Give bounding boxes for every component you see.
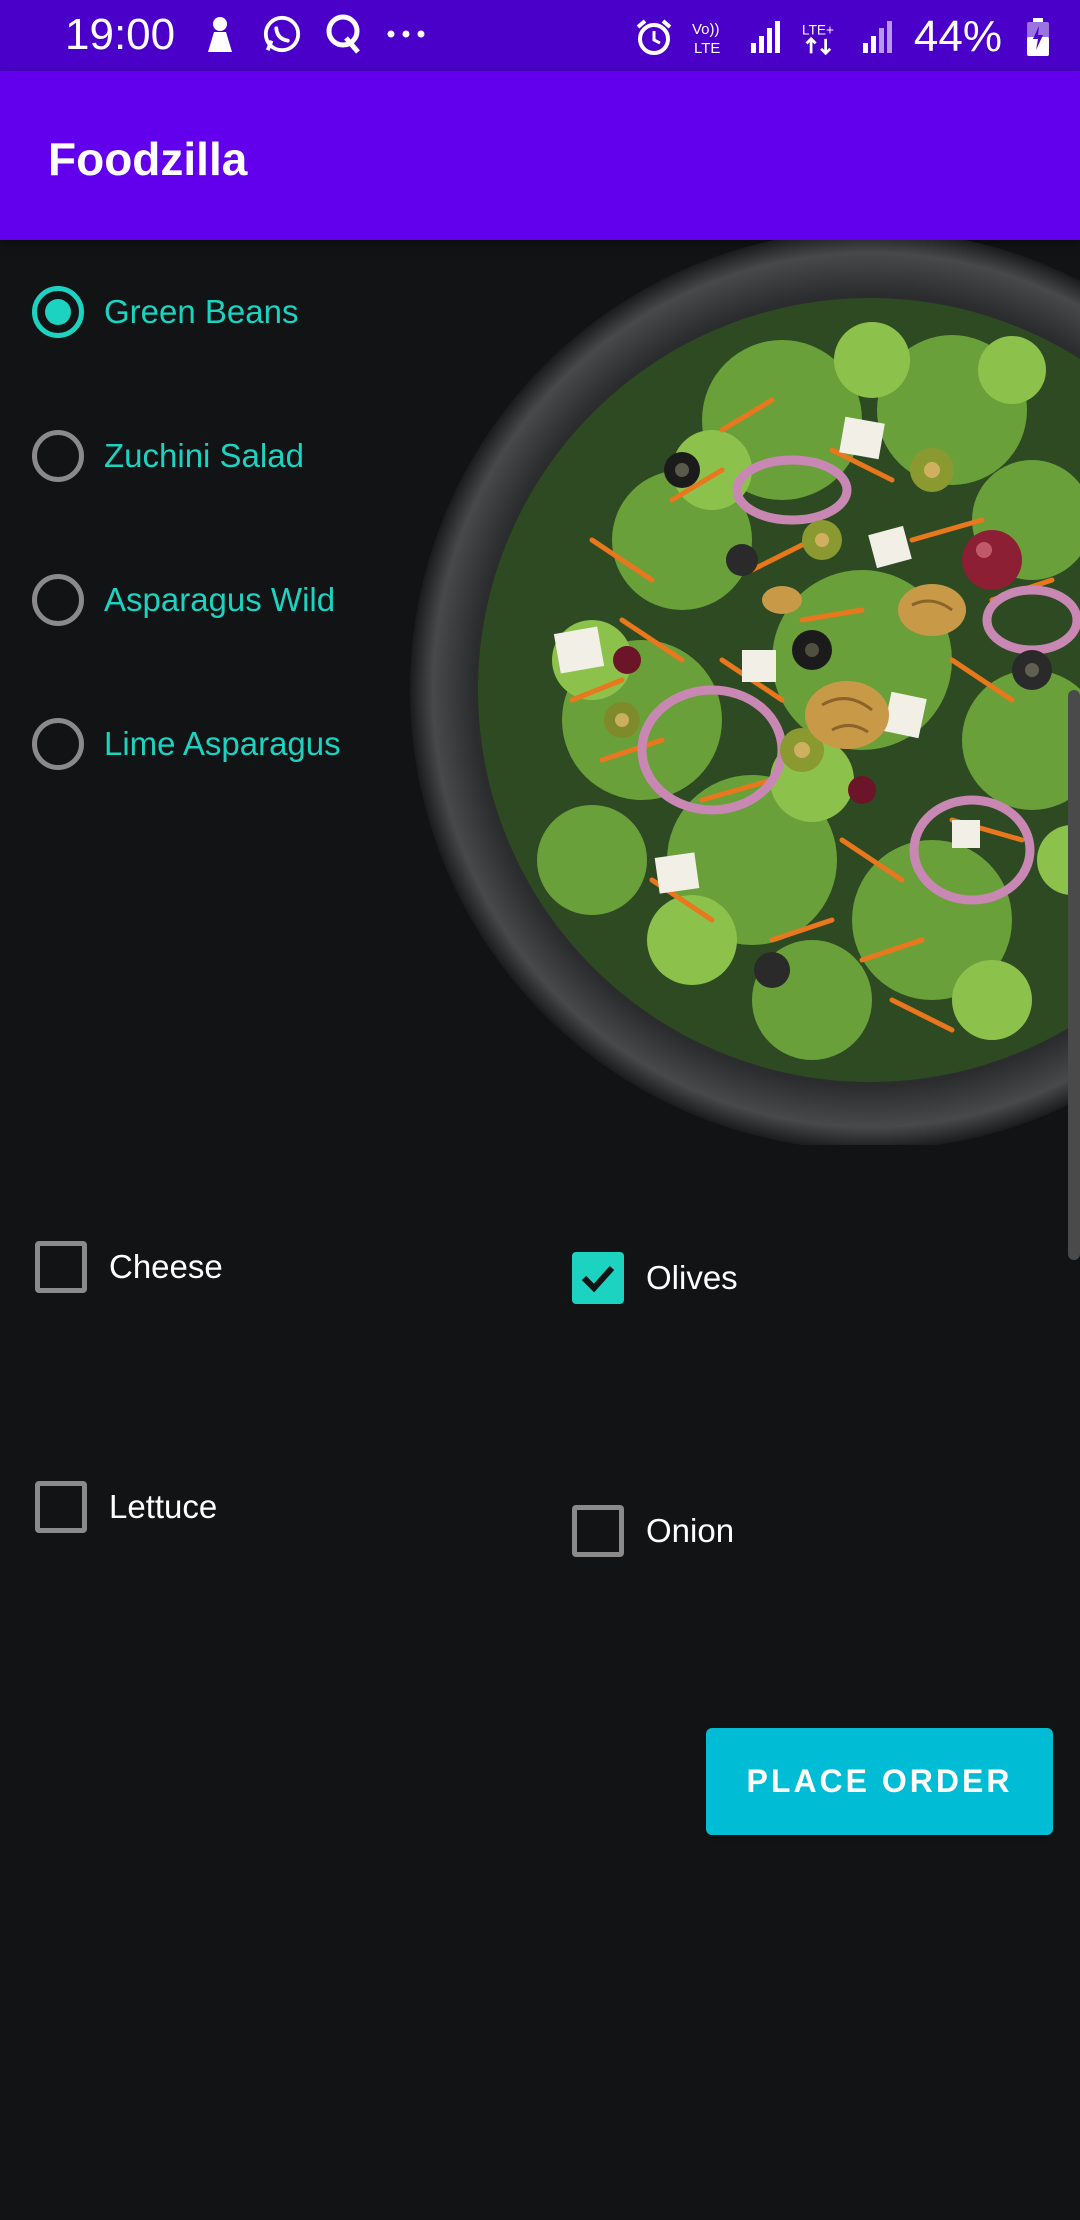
radio-label: Green Beans xyxy=(104,293,299,330)
checkbox-lettuce[interactable]: Lettuce xyxy=(35,1477,217,1537)
signal-icon xyxy=(746,15,786,59)
more-icon xyxy=(386,12,426,56)
radio-button[interactable] xyxy=(32,718,84,770)
checkbox-label: Olives xyxy=(646,1259,738,1296)
radio-zuchini-salad[interactable]: Zuchini Salad xyxy=(32,424,304,488)
checkbox-box[interactable] xyxy=(35,1241,87,1293)
checkbox-olives[interactable]: Olives xyxy=(572,1248,738,1308)
checkbox-box[interactable] xyxy=(572,1505,624,1557)
battery-percent: 44% xyxy=(913,12,1002,61)
radio-lime-asparagus[interactable]: Lime Asparagus xyxy=(32,712,341,776)
battery-icon xyxy=(1018,15,1058,59)
whatsapp-icon xyxy=(262,12,302,56)
radio-asparagus-wild[interactable]: Asparagus Wild xyxy=(32,568,335,632)
place-order-button[interactable]: PLACE ORDER xyxy=(706,1728,1053,1835)
checkbox-label: Onion xyxy=(646,1512,735,1549)
radio-button[interactable] xyxy=(32,574,84,626)
app-bar: Foodzilla xyxy=(0,71,1080,240)
salad-image xyxy=(392,240,1080,1145)
status-system-icons: Vo)) LTE LTE+ 44% xyxy=(634,12,1058,62)
lte-plus-icon: LTE+ xyxy=(802,15,842,59)
notification-icon xyxy=(200,12,240,56)
radio-label: Asparagus Wild xyxy=(104,581,336,618)
radio-button-checked[interactable] xyxy=(32,286,84,338)
checkbox-cheese[interactable]: Cheese xyxy=(35,1237,223,1297)
status-time: 19:00 xyxy=(65,10,176,59)
radio-label: Zuchini Salad xyxy=(104,437,304,474)
checkbox-box[interactable] xyxy=(35,1481,87,1533)
checkmark-icon xyxy=(581,1265,615,1293)
checkbox-onion[interactable]: Onion xyxy=(572,1501,734,1561)
radio-button[interactable] xyxy=(32,430,84,482)
volte-icon: Vo)) LTE xyxy=(690,15,730,59)
signal-icon xyxy=(858,15,898,59)
scrollbar[interactable] xyxy=(1068,690,1080,1260)
alarm-icon xyxy=(634,15,674,59)
svg-text:LTE+: LTE+ xyxy=(802,22,834,37)
checkbox-box-checked[interactable] xyxy=(572,1252,624,1304)
app-title: Foodzilla xyxy=(48,133,248,185)
checkbox-label: Lettuce xyxy=(109,1488,218,1525)
status-notifications xyxy=(200,12,426,56)
radio-label: Lime Asparagus xyxy=(104,725,341,762)
radio-green-beans[interactable]: Green Beans xyxy=(32,280,298,344)
status-bar: 19:00 Vo)) LTE LTE+ 44% xyxy=(0,0,1080,71)
checkbox-label: Cheese xyxy=(109,1248,223,1285)
svg-text:Vo)): Vo)) xyxy=(692,21,720,38)
radio-dot xyxy=(45,299,71,325)
quora-icon xyxy=(324,12,364,56)
svg-text:LTE: LTE xyxy=(694,40,720,57)
